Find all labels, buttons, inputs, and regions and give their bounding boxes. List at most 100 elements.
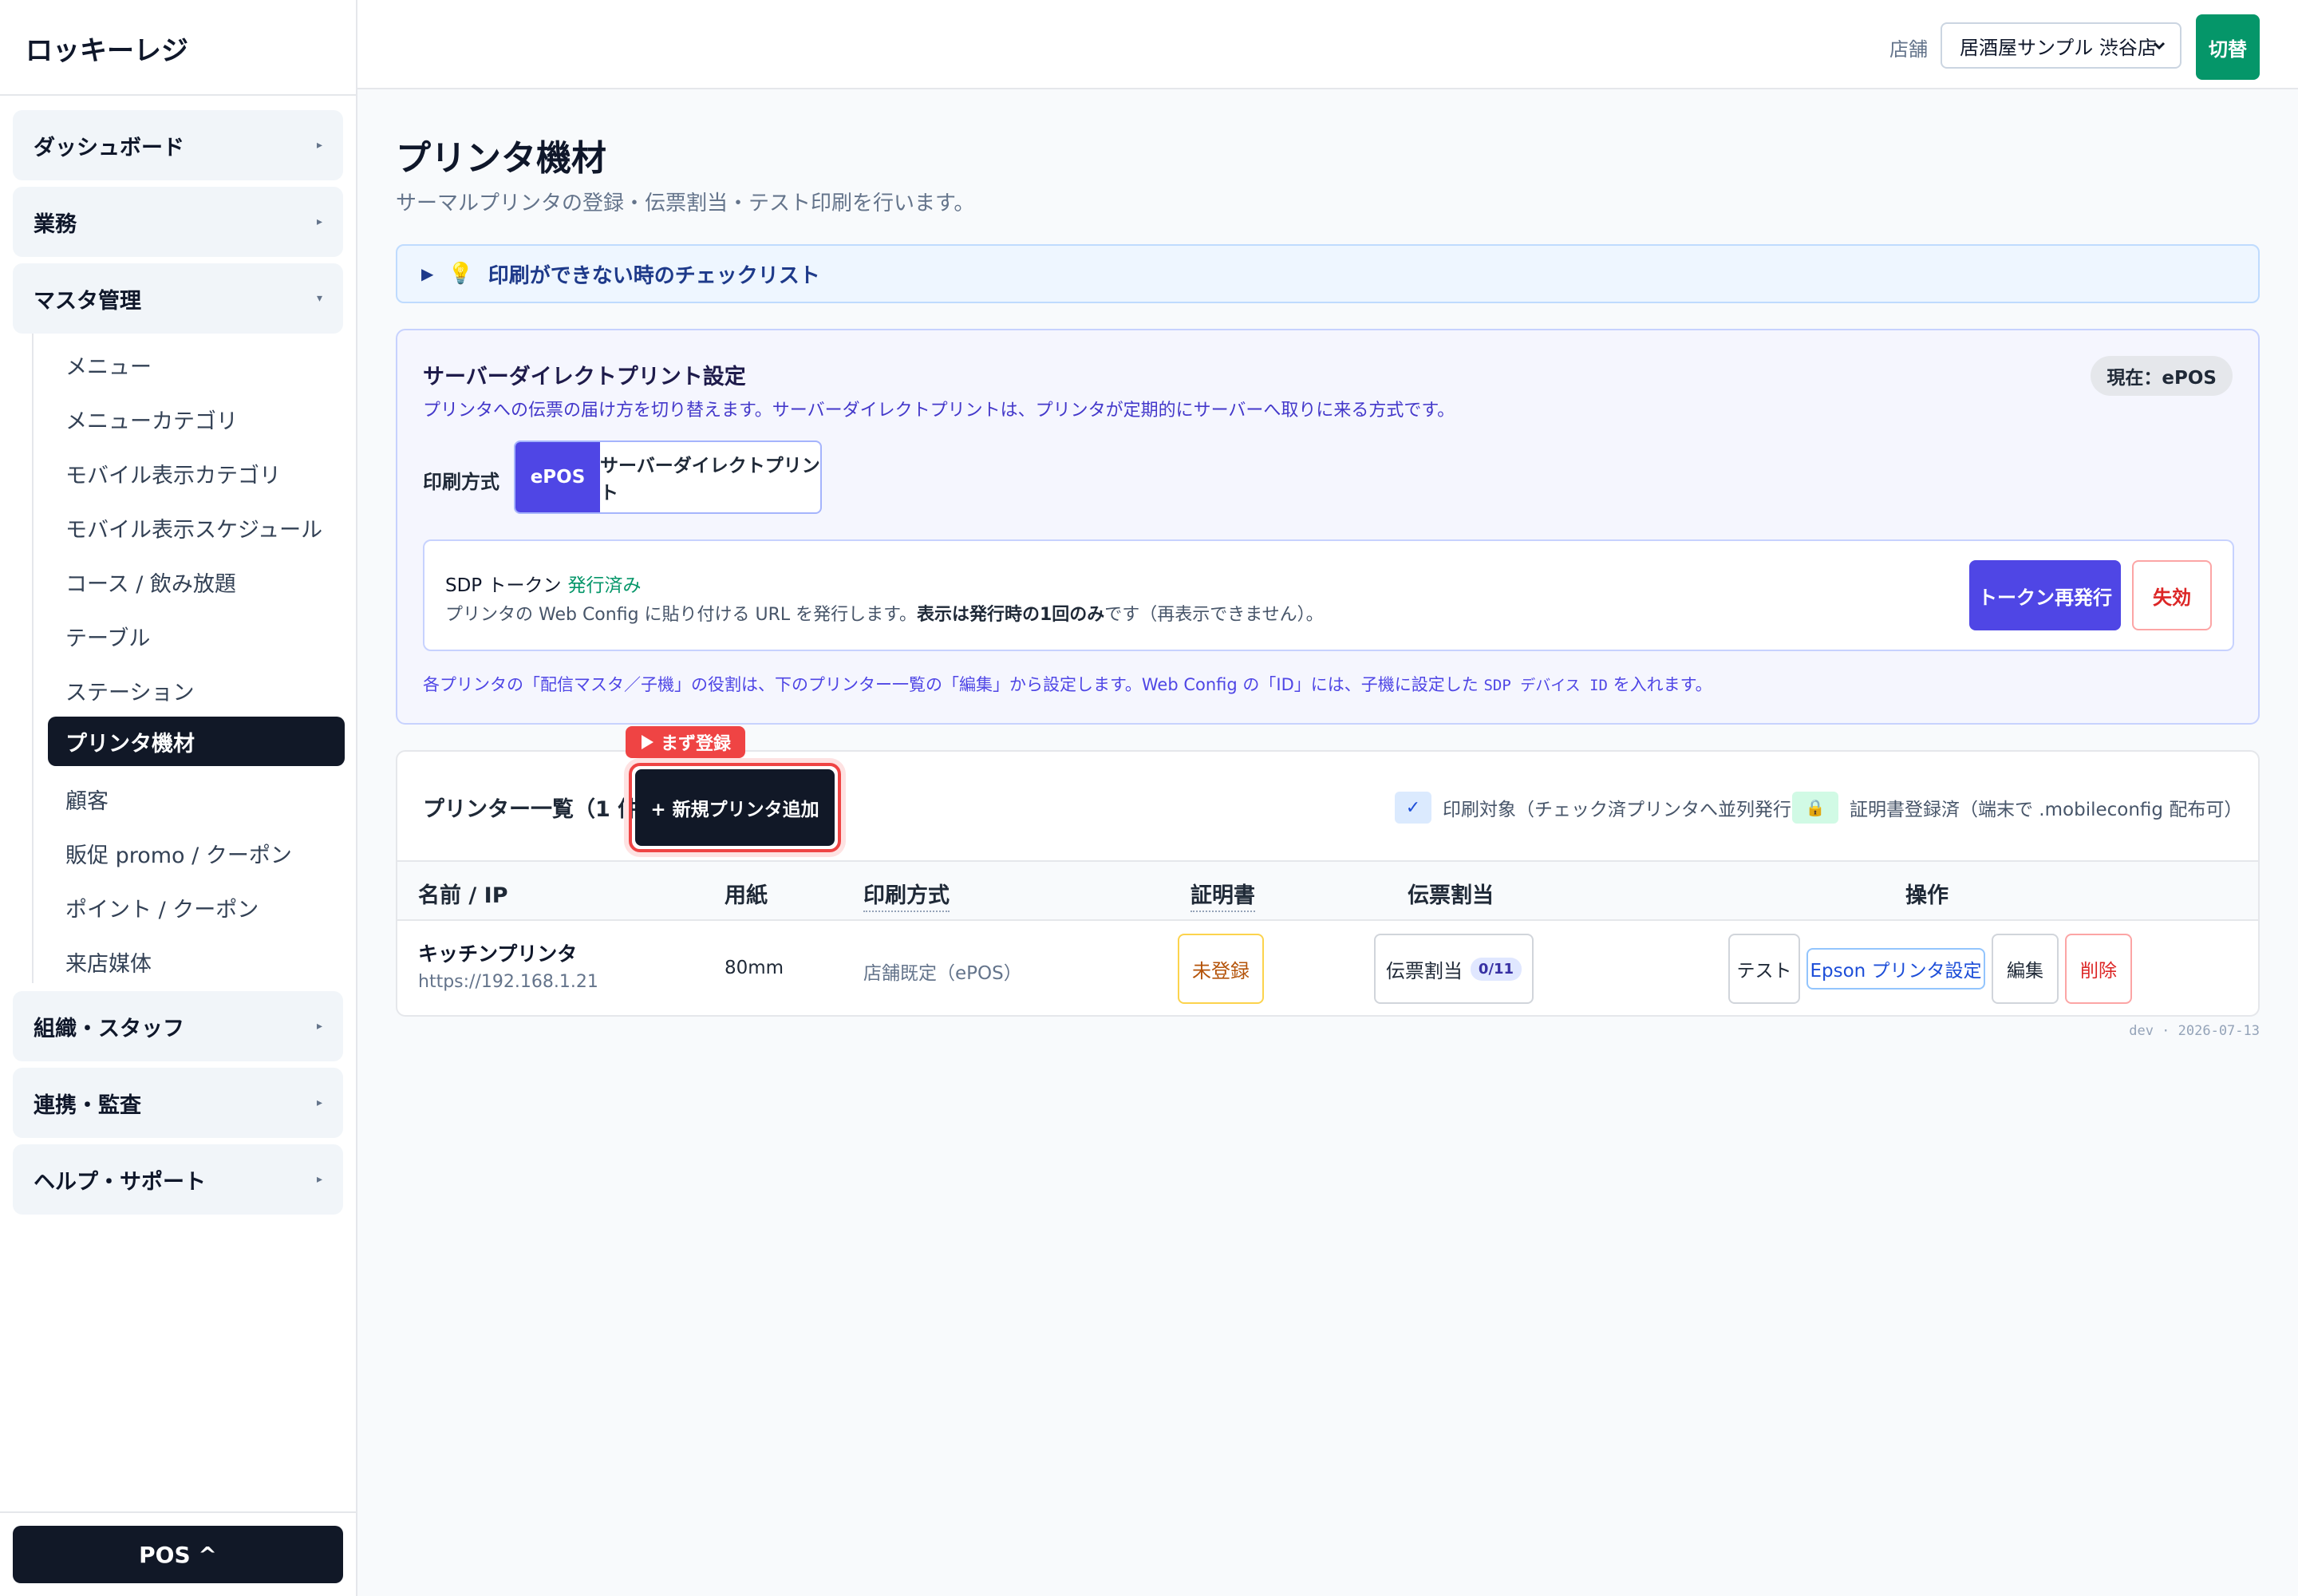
sdp-token-box: SDP トークン 発行済み プリンタの Web Config に貼り付ける URL… (423, 539, 2234, 651)
sdp-title: サーバーダイレクトプリント設定 (423, 365, 746, 389)
sdp-note-text: 各プリンタの「配信マスタ／子機」の役割は、下のプリンター一覧の「編集」から設定し… (423, 675, 1479, 694)
slip-assign-label: 伝票割当 (1385, 959, 1463, 982)
mode-option-sdp[interactable]: サーバーダイレクトプリント (600, 442, 820, 512)
token-desc-suffix: です（再表示できません）。 (1104, 605, 1324, 625)
printer-list-card: プリンター一覧（1 件） + 新規プリンタ追加 まず登録 ✓ 印刷対象（チェック… (396, 726, 2260, 1017)
chevron-down-icon (2153, 41, 2166, 50)
nav-group-label: 業務 (34, 211, 77, 237)
chevron-right-icon: ▸ (316, 1020, 322, 1033)
chevron-right-icon: ▸ (316, 139, 322, 152)
mode-option-epos[interactable]: ePOS (515, 442, 600, 512)
test-print-button[interactable]: テスト (1728, 934, 1800, 1004)
pos-button[interactable]: POS ^ (13, 1526, 343, 1583)
chevron-right-icon: ▸ (316, 215, 322, 228)
nav-group-help[interactable]: ヘルプ・サポート ▸ (13, 1144, 343, 1215)
nav-group-label: 組織・スタッフ (34, 1016, 184, 1041)
nav-group-operations[interactable]: 業務 ▸ (13, 187, 343, 257)
printer-paper: 80mm (725, 958, 784, 978)
store-select[interactable]: 居酒屋サンプル 渋谷店 (1941, 22, 2182, 69)
sidebar: ロッキーレジ ダッシュボード ▸ 業務 ▸ マスタ管理 ▾ メニュー メニューカ… (0, 0, 357, 1596)
legend-print-target: ✓ 印刷対象（チェック済プリンタへ並列発行） (1395, 792, 1810, 824)
sidebar-item-menu[interactable]: メニュー (48, 340, 345, 389)
nav-group-master[interactable]: マスタ管理 ▾ (13, 263, 343, 334)
nav-group-label: 連携・監査 (34, 1092, 141, 1118)
token-desc-text: プリンタの Web Config に貼り付ける URL を発行します。 (445, 605, 917, 625)
slip-assign-button[interactable]: 伝票割当 0/11 (1374, 934, 1534, 1004)
sidebar-item-printer[interactable]: プリンタ機材 (48, 717, 345, 766)
sidebar-item-menu-category[interactable]: メニューカテゴリ (48, 394, 345, 444)
print-mode-toggle: ePOS サーバーダイレクトプリント (514, 440, 822, 514)
printer-method: 店舗既定（ePOS） (863, 963, 1022, 984)
lock-icon: 🔒 (1792, 792, 1838, 824)
divider (0, 1511, 357, 1513)
sidebar-item-customer[interactable]: 顧客 (48, 774, 345, 824)
first-step-tag: まず登録 (626, 726, 746, 758)
check-icon: ✓ (1395, 792, 1431, 824)
token-title: SDP トークン 発行済み (445, 570, 642, 597)
nav-group-dashboard[interactable]: ダッシュボード ▸ (13, 110, 343, 180)
sidebar-item-mobile-category[interactable]: モバイル表示カテゴリ (48, 448, 345, 498)
print-mode-label: 印刷方式 (423, 471, 499, 493)
page-title: プリンタ機材 (396, 138, 606, 179)
printer-count: プリンター一覧（1 件） (423, 797, 661, 822)
store-label: 店舗 (1889, 38, 1928, 61)
sidebar-item-visit-media[interactable]: 来店媒体 (48, 937, 345, 986)
col-slip: 伝票割当 (1408, 883, 1494, 908)
sidebar-item-course[interactable]: コース / 飲み放題 (48, 557, 345, 606)
page-subtitle: サーマルプリンタの登録・伝票割当・テスト印刷を行います。 (396, 192, 975, 215)
sidebar-item-table[interactable]: テーブル (48, 611, 345, 661)
lightbulb-icon: 💡 (448, 262, 474, 286)
sdp-note-suffix: を入れます。 (1613, 675, 1712, 694)
chevron-right-icon: ▸ (316, 1173, 322, 1186)
sdp-settings-card: サーバーダイレクトプリント設定 プリンタへの伝票の届け方を切り替えます。サーバー… (396, 329, 2260, 725)
first-step-label: まず登録 (661, 734, 732, 754)
token-desc-bold: 表示は発行時の1回のみ (916, 605, 1105, 625)
sidebar-item-promo[interactable]: 販促 promo / クーポン (48, 828, 345, 878)
troubleshoot-checklist-toggle[interactable]: ▶ 💡 印刷ができない時のチェックリスト (396, 244, 2260, 303)
printer-list-header: プリンター一覧（1 件） + 新規プリンタ追加 まず登録 ✓ 印刷対象（チェック… (397, 726, 2258, 862)
checklist-label: 印刷ができない時のチェックリスト (488, 263, 820, 288)
sdp-note-code: SDP デバイス ID (1483, 677, 1608, 694)
version-footer: dev · 2026-07-13 (2129, 1023, 2260, 1039)
revoke-token-button[interactable]: 失効 (2132, 560, 2212, 630)
col-paper: 用紙 (725, 883, 768, 908)
reissue-token-button[interactable]: トークン再発行 (1969, 560, 2121, 630)
legend-cert-label: 証明書登録済（端末で .mobileconfig 配布可） (1850, 800, 2243, 820)
printer-name: キッチンプリンタ (418, 942, 578, 966)
col-cert: 証明書 (1190, 878, 1255, 912)
nav-group-label: ダッシュボード (34, 135, 184, 160)
col-method: 印刷方式 (863, 878, 950, 912)
play-icon (642, 735, 653, 749)
switch-store-button[interactable]: 切替 (2196, 14, 2260, 80)
token-status: 発行済み (567, 575, 642, 596)
delete-button[interactable]: 削除 (2065, 934, 2132, 1004)
divider (0, 94, 357, 96)
brand-logo: ロッキーレジ (26, 35, 188, 67)
expand-arrow-icon: ▶ (421, 264, 434, 283)
nav-group-integration[interactable]: 連携・監査 ▸ (13, 1068, 343, 1138)
col-name-ip: 名前 / IP (418, 883, 508, 908)
current-mode-badge: 現在：ePOS (2091, 356, 2233, 396)
table-header: 名前 / IP 用紙 印刷方式 証明書 伝票割当 操作 (397, 862, 2258, 921)
chevron-down-icon: ▾ (316, 292, 322, 305)
nav-group-org-staff[interactable]: 組織・スタッフ ▸ (13, 991, 343, 1061)
store-select-value: 居酒屋サンプル 渋谷店 (1960, 36, 2157, 59)
nav-group-label: ヘルプ・サポート (34, 1169, 206, 1195)
token-title-text: SDP トークン (445, 575, 562, 596)
slip-count-badge: 0/11 (1470, 957, 1522, 981)
token-description: プリンタの Web Config に貼り付ける URL を発行します。表示は発行… (445, 600, 1324, 626)
sdp-description: プリンタへの伝票の届け方を切り替えます。サーバーダイレクトプリントは、プリンタが… (423, 401, 1455, 421)
edit-button[interactable]: 編集 (1992, 934, 2059, 1004)
legend-print-target-label: 印刷対象（チェック済プリンタへ並列発行） (1443, 800, 1810, 820)
chevron-right-icon: ▸ (316, 1096, 322, 1109)
sidebar-item-station[interactable]: ステーション (48, 666, 345, 715)
add-printer-button[interactable]: + 新規プリンタ追加 (635, 769, 835, 846)
epson-settings-button[interactable]: Epson プリンタ設定 (1806, 948, 1985, 990)
sidebar-item-mobile-schedule[interactable]: モバイル表示スケジュール (48, 503, 345, 552)
printer-ip: https://192.168.1.21 (418, 972, 598, 992)
master-submenu: メニュー メニューカテゴリ モバイル表示カテゴリ モバイル表示スケジュール コー… (32, 334, 345, 983)
sidebar-item-points[interactable]: ポイント / クーポン (48, 883, 345, 932)
cert-status-button[interactable]: 未登録 (1178, 934, 1264, 1004)
col-actions: 操作 (1905, 883, 1949, 908)
nav-group-label: マスタ管理 (34, 288, 141, 314)
